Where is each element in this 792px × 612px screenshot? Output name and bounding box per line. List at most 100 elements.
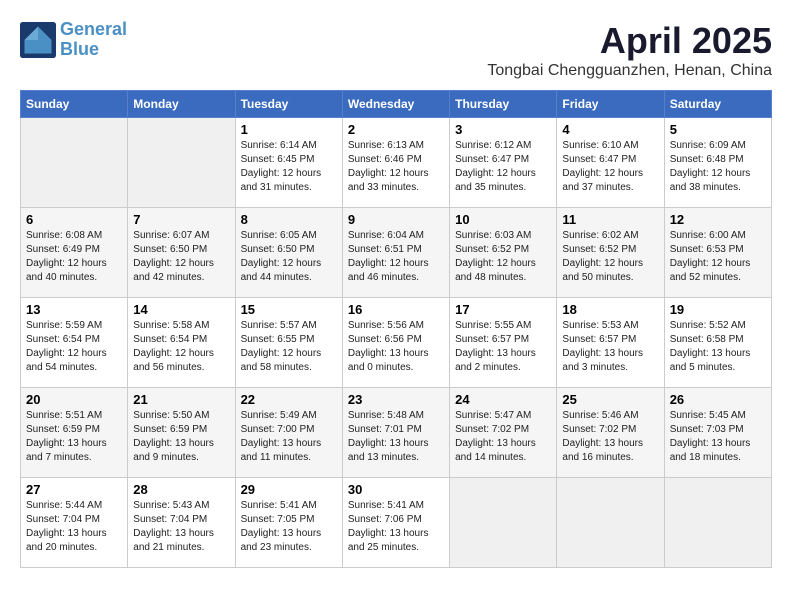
- day-content: Sunrise: 5:56 AMSunset: 6:56 PMDaylight:…: [348, 319, 444, 375]
- calendar-cell: 15Sunrise: 5:57 AMSunset: 6:55 PMDayligh…: [235, 298, 342, 388]
- calendar-cell: 9 Sunrise: 6:04 AMSunset: 6:51 PMDaylight…: [342, 208, 449, 298]
- day-number: 14: [133, 302, 229, 317]
- calendar-cell: 20 Sunrise: 5:51 AMSunset: 6:59 PMDayligh…: [21, 388, 128, 478]
- day-number: 17: [455, 302, 551, 317]
- calendar-cell: 12Sunrise: 6:00 AMSunset: 6:53 PMDayligh…: [664, 208, 771, 298]
- calendar-cell: [128, 118, 235, 208]
- calendar-cell: [664, 478, 771, 568]
- calendar-cell: 10 Sunrise: 6:03 AMSunset: 6:52 PMDayligh…: [450, 208, 557, 298]
- calendar-cell: 8Sunrise: 6:05 AMSunset: 6:50 PMDaylight…: [235, 208, 342, 298]
- calendar-cell: 24 Sunrise: 5:47 AMSunset: 7:02 PMDayligh…: [450, 388, 557, 478]
- day-number: 2: [348, 122, 444, 137]
- page-header: General Blue April 2025 Tongbai Chenggua…: [20, 20, 772, 80]
- calendar-body: 1Sunrise: 6:14 AMSunset: 6:45 PMDaylight…: [21, 118, 772, 568]
- day-number: 15: [241, 302, 337, 317]
- calendar-cell: [21, 118, 128, 208]
- day-number: 8: [241, 212, 337, 227]
- day-content: Sunrise: 6:09 AMSunset: 6:48 PMDaylight:…: [670, 139, 766, 195]
- day-number: 25: [562, 392, 658, 407]
- day-content: Sunrise: 5:41 AMSunset: 7:06 PMDaylight:…: [348, 499, 444, 555]
- day-number: 20: [26, 392, 122, 407]
- day-number: 6: [26, 212, 122, 227]
- day-content: Sunrise: 6:04 AMSunset: 6:51 PMDaylight:…: [348, 229, 444, 285]
- day-number: 22: [241, 392, 337, 407]
- day-content: Sunrise: 5:47 AMSunset: 7:02 PMDaylight:…: [455, 409, 551, 465]
- day-header-wednesday: Wednesday: [342, 91, 449, 118]
- calendar-cell: 23 Sunrise: 5:48 AMSunset: 7:01 PMDayligh…: [342, 388, 449, 478]
- day-content: Sunrise: 5:49 AMSunset: 7:00 PMDaylight:…: [241, 409, 337, 465]
- calendar-cell: 25Sunrise: 5:46 AMSunset: 7:02 PMDayligh…: [557, 388, 664, 478]
- day-content: Sunrise: 6:14 AMSunset: 6:45 PMDaylight:…: [241, 139, 337, 195]
- logo-icon: [20, 22, 56, 58]
- calendar-cell: 22 Sunrise: 5:49 AMSunset: 7:00 PMDayligh…: [235, 388, 342, 478]
- day-header-sunday: Sunday: [21, 91, 128, 118]
- calendar-cell: 1Sunrise: 6:14 AMSunset: 6:45 PMDaylight…: [235, 118, 342, 208]
- day-content: Sunrise: 6:00 AMSunset: 6:53 PMDaylight:…: [670, 229, 766, 285]
- calendar-cell: 16Sunrise: 5:56 AMSunset: 6:56 PMDayligh…: [342, 298, 449, 388]
- day-number: 7: [133, 212, 229, 227]
- day-number: 5: [670, 122, 766, 137]
- calendar-header: SundayMondayTuesdayWednesdayThursdayFrid…: [21, 91, 772, 118]
- day-content: Sunrise: 5:44 AMSunset: 7:04 PMDaylight:…: [26, 499, 122, 555]
- day-content: Sunrise: 5:52 AMSunset: 6:58 PMDaylight:…: [670, 319, 766, 375]
- day-number: 4: [562, 122, 658, 137]
- day-content: Sunrise: 5:41 AMSunset: 7:05 PMDaylight:…: [241, 499, 337, 555]
- day-number: 18: [562, 302, 658, 317]
- calendar-cell: 3 Sunrise: 6:12 AMSunset: 6:47 PMDaylight…: [450, 118, 557, 208]
- day-number: 23: [348, 392, 444, 407]
- calendar-cell: 19Sunrise: 5:52 AMSunset: 6:58 PMDayligh…: [664, 298, 771, 388]
- week-row: 1Sunrise: 6:14 AMSunset: 6:45 PMDaylight…: [21, 118, 772, 208]
- calendar-cell: 13Sunrise: 5:59 AMSunset: 6:54 PMDayligh…: [21, 298, 128, 388]
- day-content: Sunrise: 5:58 AMSunset: 6:54 PMDaylight:…: [133, 319, 229, 375]
- day-number: 28: [133, 482, 229, 497]
- day-header-monday: Monday: [128, 91, 235, 118]
- logo-line2: Blue: [60, 39, 99, 59]
- day-header-thursday: Thursday: [450, 91, 557, 118]
- day-content: Sunrise: 5:45 AMSunset: 7:03 PMDaylight:…: [670, 409, 766, 465]
- calendar-cell: 2 Sunrise: 6:13 AMSunset: 6:46 PMDaylight…: [342, 118, 449, 208]
- day-number: 30: [348, 482, 444, 497]
- calendar-cell: 5 Sunrise: 6:09 AMSunset: 6:48 PMDaylight…: [664, 118, 771, 208]
- day-number: 26: [670, 392, 766, 407]
- day-number: 10: [455, 212, 551, 227]
- calendar-cell: 14 Sunrise: 5:58 AMSunset: 6:54 PMDayligh…: [128, 298, 235, 388]
- day-header-tuesday: Tuesday: [235, 91, 342, 118]
- day-content: Sunrise: 5:48 AMSunset: 7:01 PMDaylight:…: [348, 409, 444, 465]
- calendar-cell: 28 Sunrise: 5:43 AMSunset: 7:04 PMDayligh…: [128, 478, 235, 568]
- calendar-cell: 7 Sunrise: 6:07 AMSunset: 6:50 PMDaylight…: [128, 208, 235, 298]
- day-number: 3: [455, 122, 551, 137]
- day-content: Sunrise: 6:13 AMSunset: 6:46 PMDaylight:…: [348, 139, 444, 195]
- day-number: 9: [348, 212, 444, 227]
- calendar-cell: 29Sunrise: 5:41 AMSunset: 7:05 PMDayligh…: [235, 478, 342, 568]
- day-number: 27: [26, 482, 122, 497]
- location-title: Tongbai Chengguanzhen, Henan, China: [487, 62, 772, 80]
- calendar-cell: 30 Sunrise: 5:41 AMSunset: 7:06 PMDayligh…: [342, 478, 449, 568]
- calendar-cell: 21Sunrise: 5:50 AMSunset: 6:59 PMDayligh…: [128, 388, 235, 478]
- day-content: Sunrise: 6:03 AMSunset: 6:52 PMDaylight:…: [455, 229, 551, 285]
- calendar-cell: 11Sunrise: 6:02 AMSunset: 6:52 PMDayligh…: [557, 208, 664, 298]
- week-row: 13Sunrise: 5:59 AMSunset: 6:54 PMDayligh…: [21, 298, 772, 388]
- day-content: Sunrise: 6:07 AMSunset: 6:50 PMDaylight:…: [133, 229, 229, 285]
- day-header-friday: Friday: [557, 91, 664, 118]
- day-content: Sunrise: 6:12 AMSunset: 6:47 PMDaylight:…: [455, 139, 551, 195]
- calendar-cell: [450, 478, 557, 568]
- title-area: April 2025 Tongbai Chengguanzhen, Henan,…: [487, 20, 772, 80]
- calendar-cell: 18Sunrise: 5:53 AMSunset: 6:57 PMDayligh…: [557, 298, 664, 388]
- day-header-saturday: Saturday: [664, 91, 771, 118]
- day-content: Sunrise: 5:51 AMSunset: 6:59 PMDaylight:…: [26, 409, 122, 465]
- header-row: SundayMondayTuesdayWednesdayThursdayFrid…: [21, 91, 772, 118]
- day-content: Sunrise: 5:59 AMSunset: 6:54 PMDaylight:…: [26, 319, 122, 375]
- calendar-table: SundayMondayTuesdayWednesdayThursdayFrid…: [20, 90, 772, 568]
- day-number: 21: [133, 392, 229, 407]
- logo-text: General Blue: [60, 20, 127, 60]
- week-row: 27 Sunrise: 5:44 AMSunset: 7:04 PMDayligh…: [21, 478, 772, 568]
- week-row: 20 Sunrise: 5:51 AMSunset: 6:59 PMDayligh…: [21, 388, 772, 478]
- day-number: 24: [455, 392, 551, 407]
- calendar-cell: 26 Sunrise: 5:45 AMSunset: 7:03 PMDayligh…: [664, 388, 771, 478]
- logo: General Blue: [20, 20, 127, 60]
- calendar-cell: 4Sunrise: 6:10 AMSunset: 6:47 PMDaylight…: [557, 118, 664, 208]
- day-content: Sunrise: 5:43 AMSunset: 7:04 PMDaylight:…: [133, 499, 229, 555]
- week-row: 6 Sunrise: 6:08 AMSunset: 6:49 PMDaylight…: [21, 208, 772, 298]
- day-content: Sunrise: 6:08 AMSunset: 6:49 PMDaylight:…: [26, 229, 122, 285]
- day-number: 11: [562, 212, 658, 227]
